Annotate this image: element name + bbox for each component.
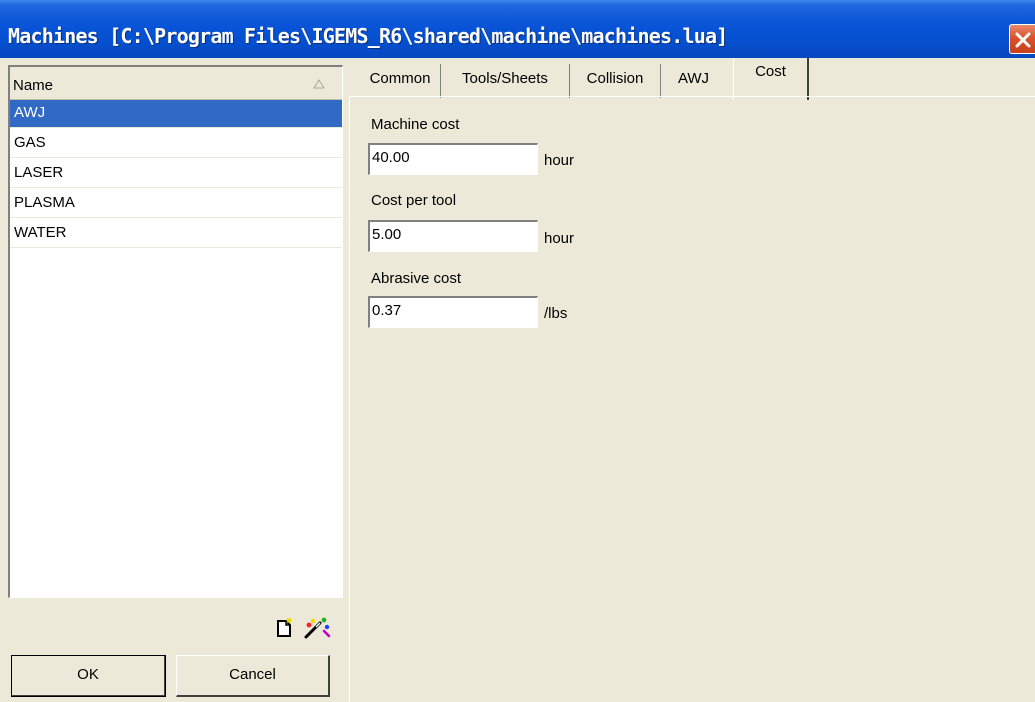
list-item-plasma[interactable]: PLASMA [10,190,342,218]
cost-per-tool-input[interactable]: 5.00 [368,220,538,252]
window-title: Machines [C:\Program Files\IGEMS_R6\shar… [8,24,728,48]
cost-per-tool-label: Cost per tool [371,192,457,209]
tab-common[interactable]: Common [360,64,441,98]
tab-tools-sheets[interactable]: Tools/Sheets [441,64,570,98]
list-item-awj[interactable]: AWJ [10,100,342,128]
title-bar[interactable]: Machines [C:\Program Files\IGEMS_R6\shar… [0,0,1035,58]
abrasive-cost-label: Abrasive cost [371,270,462,287]
tab-collision[interactable]: Collision [570,64,661,98]
magic-wand-icon[interactable] [303,616,333,640]
ok-button[interactable]: OK [11,655,166,697]
cost-per-tool-unit: hour [544,230,575,247]
abrasive-cost-unit: /lbs [544,305,568,322]
close-button[interactable] [1009,24,1035,54]
machine-list[interactable]: Name AWJ GAS LASER PLASMA WATER [8,65,343,598]
list-item-water[interactable]: WATER [10,220,342,248]
cost-tab-page [349,96,1035,702]
abrasive-cost-input[interactable]: 0.37 [368,296,538,328]
tab-cost[interactable]: Cost [733,58,809,100]
column-header-label: Name [13,77,54,94]
machines-dialog: Machines [C:\Program Files\IGEMS_R6\shar… [0,0,1035,702]
sort-ascending-icon [313,79,325,89]
column-header-name[interactable]: Name [10,67,342,100]
machine-cost-input[interactable]: 40.00 [368,143,538,175]
machine-cost-label: Machine cost [371,116,460,133]
machine-cost-unit: hour [544,152,575,169]
tab-awj[interactable]: AWJ [661,64,726,98]
list-item-gas[interactable]: GAS [10,130,342,158]
list-item-laser[interactable]: LASER [10,160,342,188]
cancel-button[interactable]: Cancel [176,655,330,697]
close-icon [1015,32,1031,48]
new-document-icon[interactable] [276,618,294,638]
